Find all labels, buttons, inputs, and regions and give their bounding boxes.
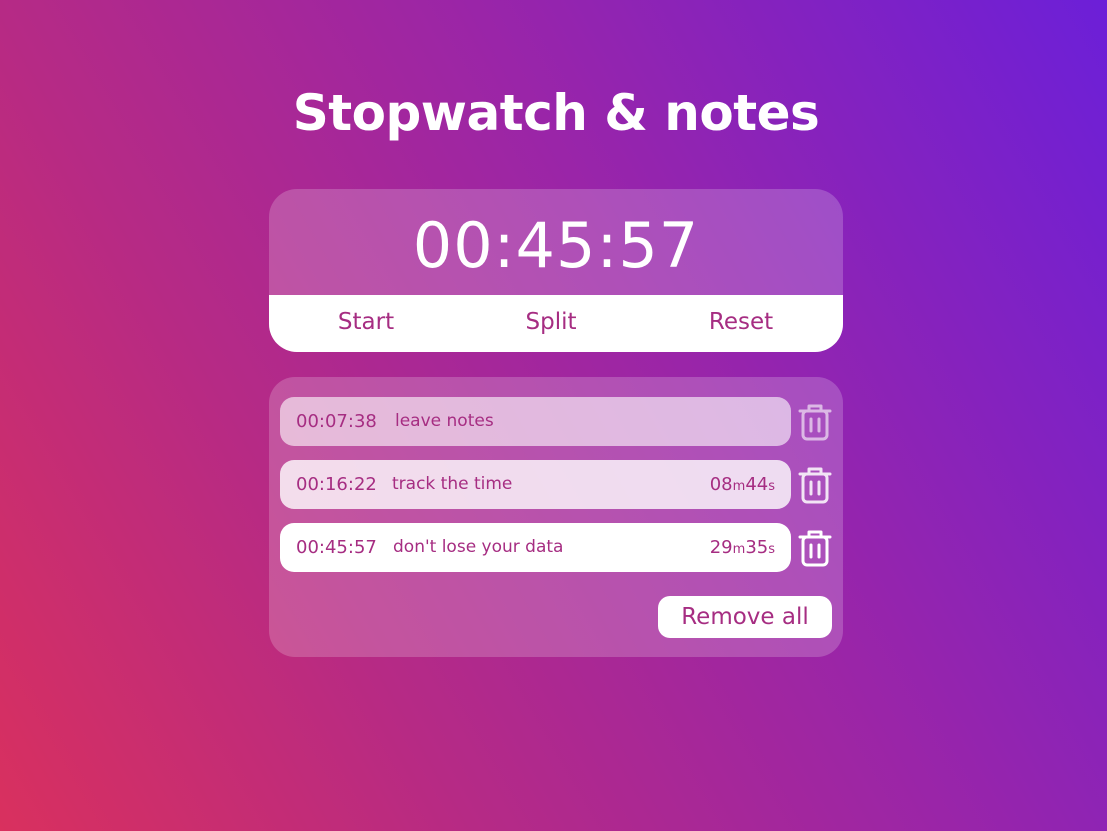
note-item[interactable]: 00:07:38 leave notes (280, 397, 791, 446)
reset-button[interactable]: Reset (681, 295, 801, 352)
note-item[interactable]: 00:45:57 don't lose your data 29m35s (280, 523, 791, 572)
trash-icon[interactable] (798, 403, 832, 441)
note-item[interactable]: 00:16:22 track the time 08m44s (280, 460, 791, 509)
note-time: 00:07:38 (296, 411, 377, 432)
start-button[interactable]: Start (306, 295, 426, 352)
stopwatch-card: 00:45:57 Start Split Reset (269, 189, 843, 352)
remove-all-button[interactable]: Remove all (658, 596, 832, 638)
duration-seconds-unit: s (768, 479, 775, 494)
note-text: track the time (392, 474, 513, 494)
split-button[interactable]: Split (491, 295, 611, 352)
duration-minutes: 29 (709, 537, 733, 558)
duration-minutes-unit: m (732, 542, 746, 557)
page-title: Stopwatch & notes (292, 84, 820, 142)
note-text: don't lose your data (393, 537, 564, 557)
timer-display: 00:45:57 (412, 209, 700, 282)
note-duration: 08m44s (710, 460, 775, 511)
note-time: 00:45:57 (296, 537, 377, 558)
note-time: 00:16:22 (296, 474, 377, 495)
note-text: leave notes (395, 411, 494, 431)
duration-minutes-unit: m (732, 479, 746, 494)
duration-minutes: 08 (709, 474, 733, 495)
duration-seconds-unit: s (768, 542, 775, 557)
note-duration: 29m35s (710, 523, 775, 574)
trash-icon[interactable] (798, 466, 832, 504)
duration-seconds: 44 (745, 474, 769, 495)
trash-icon[interactable] (798, 529, 832, 567)
notes-card: 00:07:38 leave notes 00:16:22 track the … (269, 377, 843, 657)
duration-seconds: 35 (745, 537, 769, 558)
timer-controls: Start Split Reset (269, 295, 843, 352)
